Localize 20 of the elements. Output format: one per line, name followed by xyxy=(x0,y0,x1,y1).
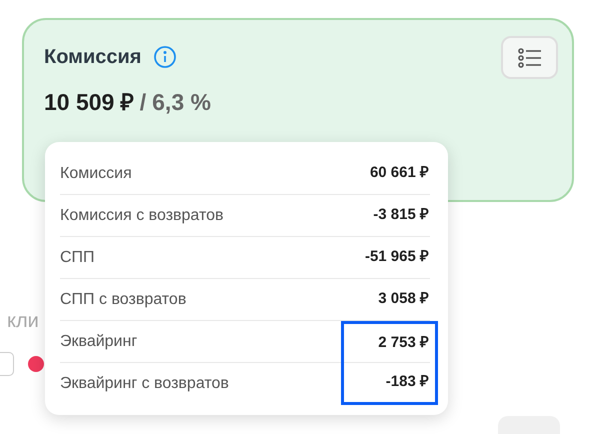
breakdown-label: Эквайринг xyxy=(60,332,138,352)
list-button[interactable] xyxy=(501,36,558,79)
card-title: Комиссия xyxy=(44,45,142,70)
breakdown-value: 2 753 ₽ xyxy=(378,332,429,353)
info-icon[interactable] xyxy=(153,45,178,69)
commission-amount: 10 509 ₽ xyxy=(44,88,134,117)
breakdown-label: Комиссия xyxy=(60,164,132,184)
slash: / xyxy=(140,88,146,117)
commission-percent: 6,3 % xyxy=(152,88,211,117)
breakdown-value: 60 661 ₽ xyxy=(370,163,429,184)
breakdown-label: СПП xyxy=(60,248,95,268)
breakdown-label: Комиссия с возвратов xyxy=(60,206,224,226)
breakdown-label: СПП с возвратов xyxy=(60,290,186,310)
breakdown-value: -51 965 ₽ xyxy=(364,247,429,268)
breakdown-value: 3 058 ₽ xyxy=(378,289,429,310)
breakdown-value: -183 ₽ xyxy=(386,372,429,392)
breakdown-label: Эквайринг с возвратов xyxy=(60,374,229,394)
list-icon xyxy=(518,48,542,68)
breakdown-value: -3 815 ₽ xyxy=(373,205,429,226)
background-text: кли xyxy=(7,309,40,334)
